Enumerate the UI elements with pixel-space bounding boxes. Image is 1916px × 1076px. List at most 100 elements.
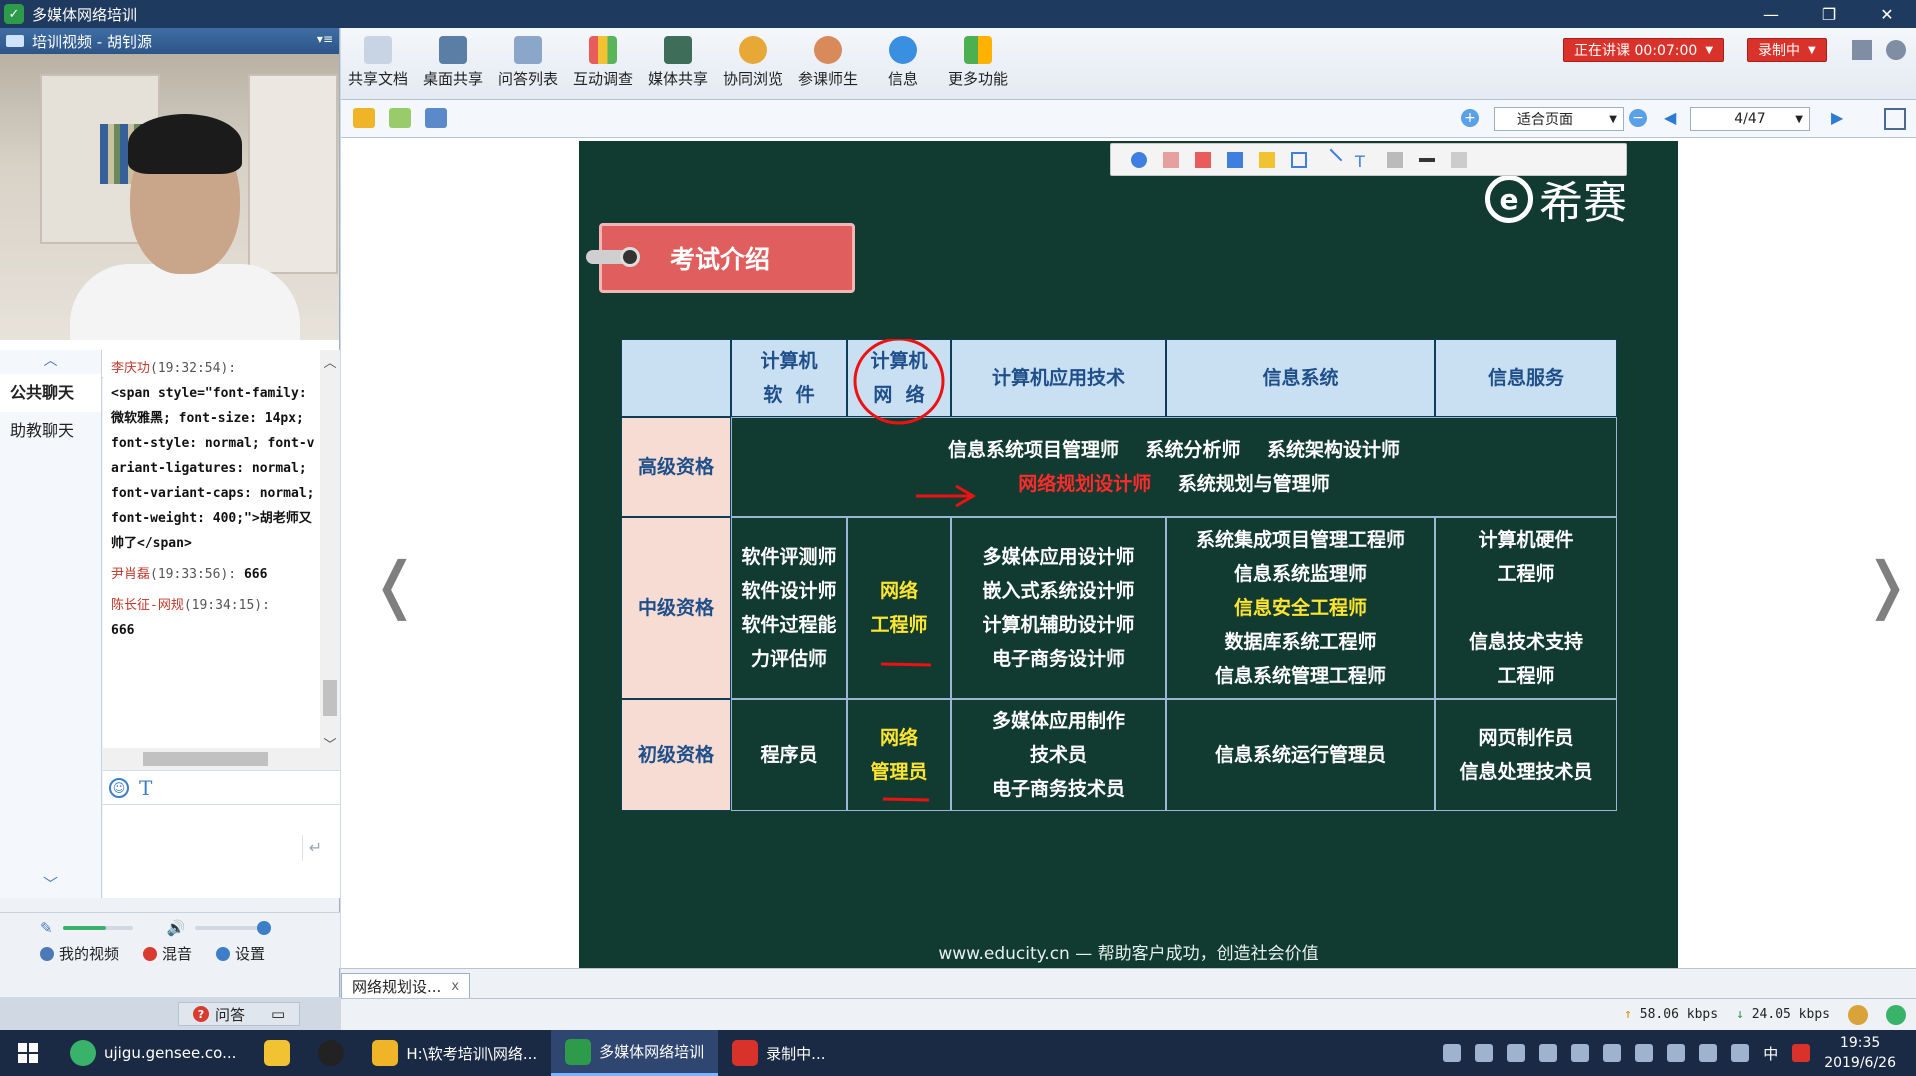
chat-input[interactable]: ↵ bbox=[103, 804, 340, 898]
chevron-down-icon[interactable]: ﹀ bbox=[0, 873, 101, 894]
cobrowse-button[interactable]: 协同浏览 bbox=[718, 34, 788, 89]
shield-icon[interactable] bbox=[1539, 1044, 1558, 1062]
slide-footer: www.educity.cn — 帮助客户成功，创造社会价值 bbox=[938, 943, 1319, 964]
taskbar-item-star[interactable] bbox=[250, 1030, 304, 1076]
mic-icon[interactable]: ✎ bbox=[40, 919, 53, 937]
download-rate: ↓ 24.05 kbps bbox=[1736, 1007, 1830, 1022]
desktop-share-button[interactable]: 桌面共享 bbox=[418, 34, 488, 89]
logo-mark-icon: e bbox=[1485, 175, 1533, 223]
tray-app-icon[interactable] bbox=[1507, 1044, 1526, 1062]
speaker-icon[interactable]: 🔊 bbox=[167, 919, 186, 937]
eraser-icon[interactable] bbox=[1163, 151, 1179, 168]
video-menu-icon[interactable]: ▾≡ bbox=[317, 32, 333, 46]
document-viewer: ❬ ❭ e 希赛 考试介绍 计算机 软 件 计算机 网 络 计算机应用技术 信息系… bbox=[341, 138, 1916, 969]
media-share-button[interactable]: 媒体共享 bbox=[643, 34, 713, 89]
info-button[interactable]: 信息 bbox=[868, 34, 938, 89]
live-status-button[interactable]: 正在讲课 00:07:00 ▼ bbox=[1563, 38, 1725, 62]
highlighter-icon[interactable] bbox=[1259, 151, 1275, 168]
zoom-in-icon[interactable]: + bbox=[1461, 109, 1479, 127]
qa-list-button[interactable]: 问答列表 bbox=[493, 34, 563, 89]
sogou-icon[interactable] bbox=[1792, 1044, 1811, 1062]
tab-qa[interactable]: ? 问答 ▭ bbox=[178, 1002, 301, 1026]
tab-public-chat[interactable]: 公共聊天 bbox=[0, 374, 101, 412]
taskbar-item-recorder[interactable]: 录制中... bbox=[718, 1030, 839, 1076]
bluetooth-icon[interactable] bbox=[1475, 1044, 1494, 1062]
chat-messages: 李庆功(19:32:54): <span style="font-family: … bbox=[103, 350, 340, 770]
chat-vertical-scrollbar[interactable]: ︿ ﹀ bbox=[320, 350, 340, 760]
open-folder-icon[interactable] bbox=[353, 108, 375, 128]
taskbar-item-explorer[interactable]: H:\软考培训\网络... bbox=[358, 1030, 551, 1076]
share-doc-button[interactable]: 共享文档 bbox=[343, 34, 413, 89]
tab-document[interactable]: 网络规划设... x bbox=[341, 973, 471, 999]
fullscreen-icon[interactable] bbox=[1884, 108, 1906, 130]
more-features-button[interactable]: 更多功能 bbox=[943, 34, 1013, 89]
folder-icon bbox=[372, 1040, 399, 1066]
page-select[interactable]: 4/47 ▼ bbox=[1690, 107, 1810, 131]
layout-icon[interactable] bbox=[1852, 40, 1872, 60]
tray-app-icon[interactable] bbox=[1571, 1044, 1590, 1062]
video-label: 培训视频 - 胡钊源 bbox=[32, 32, 152, 51]
tray-app-icon[interactable] bbox=[1443, 1044, 1462, 1062]
taskbar-item-training[interactable]: 多媒体网络培训 bbox=[551, 1030, 719, 1076]
maximize-button[interactable]: ❐ bbox=[1800, 0, 1858, 28]
video-feed bbox=[0, 54, 339, 340]
connection-status-icon[interactable] bbox=[1886, 1005, 1906, 1025]
my-video-button[interactable]: 我的视频 bbox=[40, 943, 119, 964]
speaker-volume-slider[interactable] bbox=[195, 921, 272, 935]
screenshot-icon[interactable] bbox=[425, 108, 447, 128]
screenshot-icon[interactable] bbox=[1451, 151, 1467, 168]
survey-button[interactable]: 互动调查 bbox=[568, 34, 638, 89]
add-page-icon[interactable] bbox=[389, 108, 411, 128]
window-titlebar: ✓ 多媒体网络培训 — ❐ ✕ bbox=[0, 0, 1916, 28]
display-icon[interactable] bbox=[1635, 1044, 1654, 1062]
next-slide-icon[interactable]: ❭ bbox=[1861, 548, 1913, 621]
battery-icon[interactable] bbox=[1667, 1044, 1686, 1062]
list-icon bbox=[514, 36, 542, 64]
pointer-icon[interactable] bbox=[1131, 151, 1147, 168]
video-icon bbox=[6, 35, 24, 47]
text-format-icon[interactable]: T bbox=[139, 776, 152, 800]
next-page-icon[interactable]: ▶ bbox=[1831, 108, 1843, 127]
line-icon[interactable] bbox=[1319, 148, 1343, 171]
gear-icon[interactable] bbox=[1886, 40, 1906, 60]
network-icon[interactable] bbox=[1848, 1005, 1868, 1025]
tab-assistant-chat[interactable]: 助教聊天 bbox=[0, 412, 101, 450]
close-button[interactable]: ✕ bbox=[1858, 0, 1916, 28]
send-icon[interactable]: ↵ bbox=[302, 835, 328, 861]
volume-icon[interactable] bbox=[1699, 1044, 1718, 1062]
prev-page-icon[interactable]: ◀ bbox=[1664, 108, 1676, 127]
taskbar-item-qq[interactable] bbox=[304, 1030, 358, 1076]
training-app-icon bbox=[565, 1038, 592, 1065]
start-button[interactable] bbox=[0, 1030, 56, 1076]
text-icon[interactable]: T bbox=[1355, 152, 1371, 171]
clear-icon[interactable] bbox=[1195, 151, 1211, 168]
recording-button[interactable]: 录制中 ▼ bbox=[1747, 38, 1827, 62]
chat-horizontal-scrollbar[interactable] bbox=[103, 748, 340, 770]
wechat-icon[interactable] bbox=[1603, 1044, 1622, 1062]
color-icon[interactable] bbox=[1387, 151, 1403, 168]
line-width-icon[interactable] bbox=[1419, 157, 1435, 162]
chat-message: 李庆功(19:32:54): <span style="font-family: … bbox=[111, 361, 315, 551]
prev-slide-icon[interactable]: ❬ bbox=[369, 548, 421, 621]
participants-button[interactable]: 参课师生 bbox=[793, 34, 863, 89]
close-icon[interactable]: x bbox=[451, 979, 459, 994]
settings-button[interactable]: 设置 bbox=[216, 943, 265, 964]
annotation-marks bbox=[853, 339, 976, 802]
clock[interactable]: 19:35 2019/6/26 bbox=[1824, 1033, 1896, 1073]
zoom-out-icon[interactable]: − bbox=[1629, 109, 1647, 127]
system-tray: 中 19:35 2019/6/26 bbox=[1443, 1030, 1916, 1076]
grid-icon bbox=[964, 36, 992, 64]
emoji-icon[interactable]: ☺ bbox=[109, 777, 129, 798]
mix-button[interactable]: 混音 bbox=[143, 943, 192, 964]
status-bar: ↑ 58.06 kbps ↓ 24.05 kbps bbox=[341, 998, 1916, 1030]
mic-volume-slider[interactable] bbox=[62, 926, 133, 930]
taskbar-item-browser[interactable]: ujigu.gensee.co... bbox=[56, 1030, 250, 1076]
rectangle-icon[interactable] bbox=[1291, 151, 1307, 168]
chevron-up-icon[interactable]: ︿ bbox=[0, 350, 101, 374]
minimize-button[interactable]: — bbox=[1742, 0, 1800, 28]
pen-tray-icon[interactable] bbox=[1731, 1044, 1750, 1062]
pen-icon[interactable] bbox=[1227, 151, 1243, 168]
browser-icon bbox=[70, 1040, 96, 1066]
ime-indicator[interactable]: 中 bbox=[1763, 1043, 1778, 1064]
zoom-select[interactable]: 适合页面 ▼ bbox=[1494, 107, 1624, 131]
